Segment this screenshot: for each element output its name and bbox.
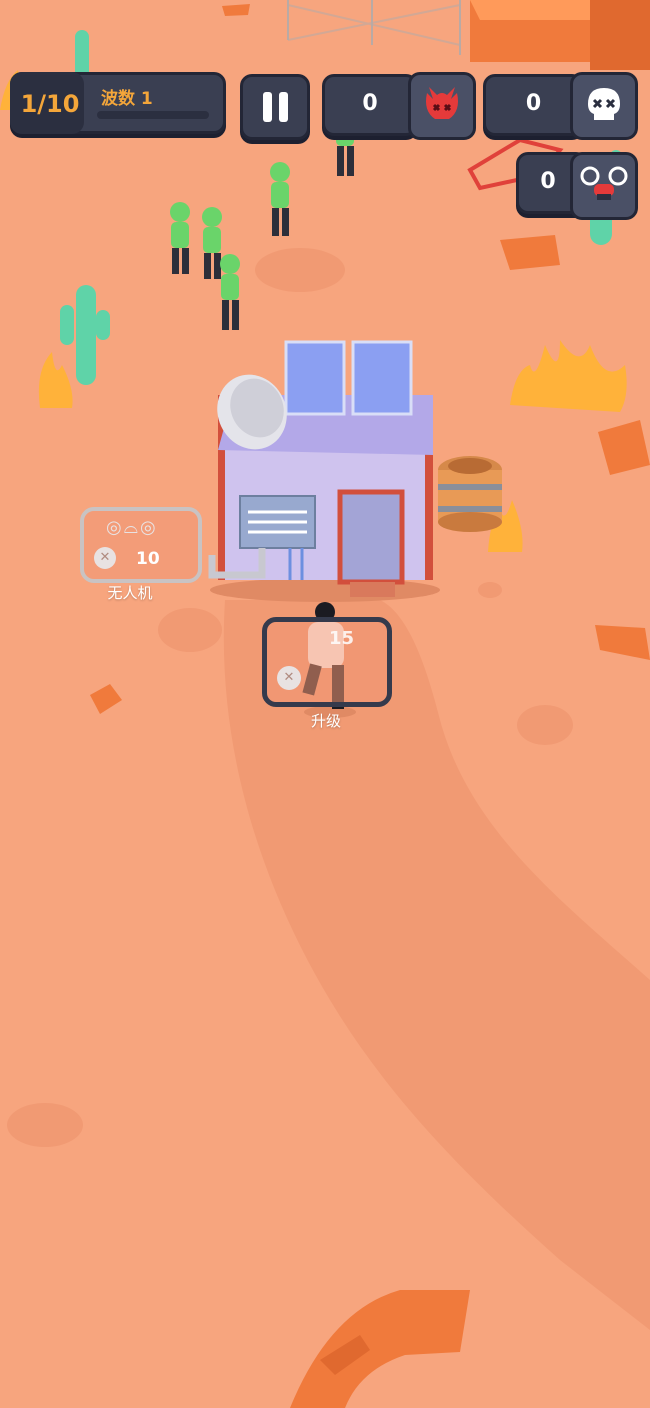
rock-arch-bottom — [290, 1290, 470, 1408]
barrel — [438, 456, 502, 532]
drone-count: 0 — [540, 169, 556, 194]
skull-kill-counter: 0 — [483, 74, 584, 136]
pause-icon — [262, 92, 288, 122]
drone-icon — [570, 152, 638, 220]
drone-cost: 10 — [136, 549, 160, 569]
drone-icon: ◎⌓◎ — [106, 517, 158, 538]
wave-progress-bar — [97, 111, 209, 119]
drone-pad-label: 无人机 — [107, 584, 153, 602]
pause-button[interactable] — [240, 74, 310, 140]
rock-cluster-top-right — [470, 0, 650, 70]
rock — [222, 4, 250, 16]
demon-kill-count: 0 — [362, 91, 378, 116]
wave-label: 波数 1 — [101, 89, 153, 109]
fence — [287, 0, 461, 55]
rock — [598, 420, 650, 475]
upgrade-cost: 15 — [329, 628, 355, 649]
skull-kill-count: 0 — [525, 91, 542, 116]
skull-coin-icon: ✕ — [94, 547, 116, 569]
skull-coin-icon: ✕ — [277, 666, 301, 690]
rock — [500, 235, 560, 270]
rock — [90, 684, 122, 714]
demon-kill-counter: 0 — [322, 74, 418, 136]
red-demon-skull-icon — [408, 72, 476, 140]
wave-panel: 1/10 波数 1 — [10, 72, 226, 134]
zombie-group — [170, 122, 354, 330]
upgrade-build-pad[interactable]: ✕ 15 — [262, 617, 392, 707]
rock — [595, 625, 650, 660]
white-skull-icon — [570, 72, 638, 140]
upgrade-pad-label: 升级 — [310, 712, 341, 730]
headquarters-building — [208, 340, 440, 602]
drone-build-pad[interactable]: ◎⌓◎ ✕ 10 — [80, 507, 202, 583]
wave-progress-text: 1/10 — [20, 90, 80, 118]
